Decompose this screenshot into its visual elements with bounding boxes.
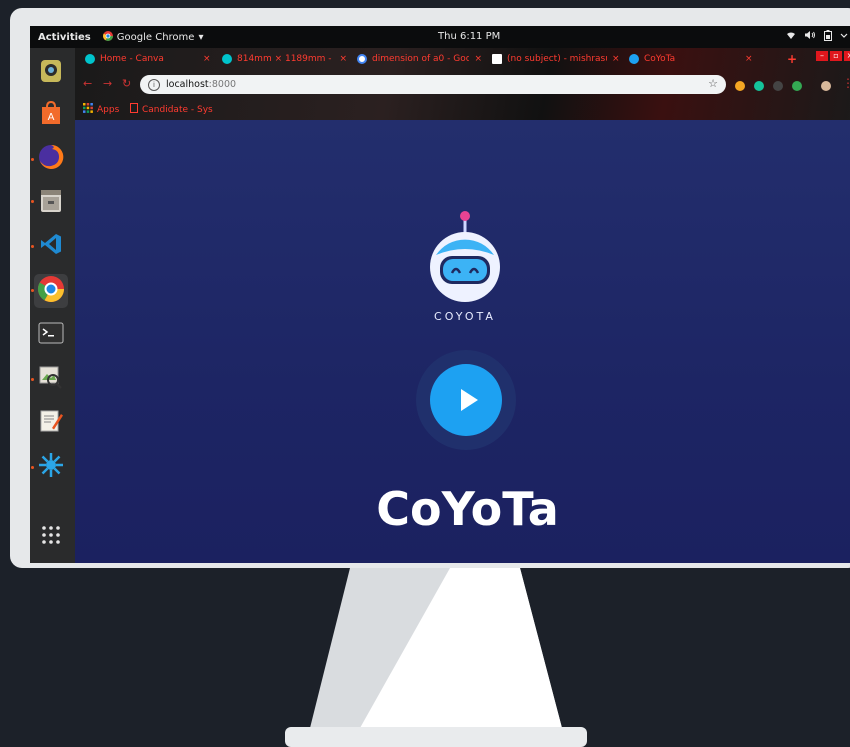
- play-icon: [460, 389, 478, 411]
- tab-close-icon[interactable]: ×: [203, 54, 211, 64]
- dock-item-image-viewer[interactable]: [31, 364, 66, 394]
- gmail-icon: [492, 54, 502, 64]
- extension-icon[interactable]: [792, 81, 802, 91]
- clock[interactable]: Thu 6:11 PM: [438, 31, 500, 42]
- cheese-webcam-icon: [39, 58, 63, 88]
- bookmark-star-icon[interactable]: ☆: [708, 77, 718, 90]
- bookmarks-bar: Apps Candidate - Sys: [75, 100, 850, 118]
- bookmark-apps[interactable]: Apps: [83, 103, 119, 116]
- coyota-logo: COYOTA: [410, 207, 520, 327]
- vscode-icon: [39, 232, 63, 260]
- robot-icon: [410, 211, 520, 311]
- dock-item-chrome[interactable]: [31, 274, 68, 308]
- app-menu-arrow: ▾: [198, 31, 204, 43]
- tab-close-icon[interactable]: ×: [612, 54, 620, 64]
- terminal-icon: [38, 321, 64, 349]
- tab-gmail[interactable]: (no subject) - mishrasu ×: [492, 50, 622, 68]
- browser-chrome: Home - Canva × 814mm × 1189mm - Blu × di…: [75, 48, 850, 120]
- page-title: CoYoTa: [376, 482, 559, 536]
- dock-item-cheese[interactable]: [36, 58, 66, 88]
- canva-icon: [85, 54, 95, 64]
- page-content: COYOTA CoYoTa: [75, 120, 850, 563]
- tab-label: 814mm × 1189mm - Blu: [237, 54, 334, 64]
- dock-item-vscode[interactable]: [31, 231, 66, 261]
- app-menu-label: Google Chrome: [116, 31, 195, 43]
- tab-google-search[interactable]: dimension of a0 - Goog ×: [357, 50, 482, 68]
- browser-toolbar: ← → ↻ i localhost:8000 ☆ ⋮: [75, 74, 850, 96]
- tab-close-icon[interactable]: ×: [745, 54, 753, 64]
- dock-item-text-editor[interactable]: [36, 408, 66, 438]
- wifi-icon: [786, 30, 796, 44]
- tab-label: CoYoTa: [644, 54, 676, 64]
- chevron-down-icon: [840, 30, 848, 44]
- menu-icon[interactable]: ⋮: [842, 76, 850, 90]
- chrome-icon: [102, 30, 113, 44]
- svg-text:A: A: [48, 112, 55, 123]
- tab-label: Home - Canva: [100, 54, 164, 64]
- battery-icon: [824, 30, 832, 44]
- files-icon: [39, 188, 63, 218]
- extension-icon[interactable]: [735, 81, 745, 91]
- monitor-stand-base: [285, 727, 587, 747]
- tab-close-icon[interactable]: ×: [339, 54, 347, 64]
- image-viewer-icon: [38, 364, 64, 394]
- dock-item-firefox[interactable]: [31, 144, 66, 174]
- address-bar[interactable]: i localhost:8000 ☆: [140, 75, 726, 94]
- tab-coyota[interactable]: CoYoTa ×: [629, 50, 769, 68]
- volume-icon: [804, 30, 816, 44]
- back-icon[interactable]: ←: [83, 77, 92, 90]
- dock-item-files[interactable]: [31, 188, 66, 218]
- tab-strip: Home - Canva × 814mm × 1189mm - Blu × di…: [75, 48, 850, 70]
- bookmark-candidate[interactable]: Candidate - Sys: [130, 103, 213, 116]
- screen: Activities Google Chrome ▾ Thu 6:11 PM A…: [30, 26, 850, 563]
- monitor-frame: Activities Google Chrome ▾ Thu 6:11 PM A…: [10, 8, 850, 568]
- ubuntu-software-icon: A: [39, 100, 63, 130]
- new-tab-button[interactable]: +: [787, 52, 797, 66]
- maximize-button[interactable]: ▫: [830, 51, 842, 61]
- extension-icon[interactable]: [773, 81, 783, 91]
- window-controls: – ▫ ×: [816, 51, 850, 61]
- system-tray[interactable]: [786, 30, 848, 44]
- network-icon: [37, 451, 65, 483]
- minimize-button[interactable]: –: [816, 51, 828, 61]
- dock-item-network[interactable]: [31, 451, 66, 483]
- bookmark-label: Apps: [97, 104, 120, 115]
- site-info-icon[interactable]: i: [148, 78, 160, 91]
- dock-show-apps[interactable]: [36, 522, 66, 552]
- dock: A: [30, 48, 75, 563]
- text-editor-icon: [38, 408, 64, 438]
- forward-icon[interactable]: →: [103, 77, 112, 90]
- firefox-icon: [38, 144, 64, 174]
- reload-icon[interactable]: ↻: [122, 77, 131, 90]
- tab-blueprint[interactable]: 814mm × 1189mm - Blu ×: [222, 50, 347, 68]
- page-icon: [130, 103, 138, 116]
- monitor-stand: [310, 568, 562, 728]
- tab-label: dimension of a0 - Goog: [372, 54, 470, 64]
- url-port: :8000: [208, 79, 237, 90]
- tab-label: (no subject) - mishrasu: [507, 54, 607, 64]
- show-apps-icon: [41, 525, 61, 549]
- close-window-button[interactable]: ×: [844, 51, 850, 61]
- apps-grid-icon: [83, 103, 93, 116]
- logo-wordmark: COYOTA: [434, 310, 496, 323]
- chrome-icon: [37, 275, 65, 307]
- bookmark-label: Candidate - Sys: [142, 104, 213, 115]
- canva-icon: [222, 54, 232, 64]
- activities-button[interactable]: Activities: [38, 32, 91, 43]
- app-menu[interactable]: Google Chrome ▾: [102, 30, 204, 44]
- dock-item-terminal[interactable]: [36, 320, 66, 350]
- tab-canva[interactable]: Home - Canva ×: [85, 50, 215, 68]
- system-top-bar: Activities Google Chrome ▾ Thu 6:11 PM: [30, 26, 850, 48]
- url-host: localhost: [166, 79, 209, 90]
- grammarly-icon[interactable]: [754, 81, 764, 91]
- tab-close-icon[interactable]: ×: [474, 54, 482, 64]
- google-icon: [357, 54, 367, 64]
- play-button[interactable]: [430, 364, 502, 436]
- profile-avatar[interactable]: [821, 81, 831, 91]
- coyota-favicon-icon: [629, 54, 639, 64]
- dock-item-software[interactable]: A: [36, 100, 66, 130]
